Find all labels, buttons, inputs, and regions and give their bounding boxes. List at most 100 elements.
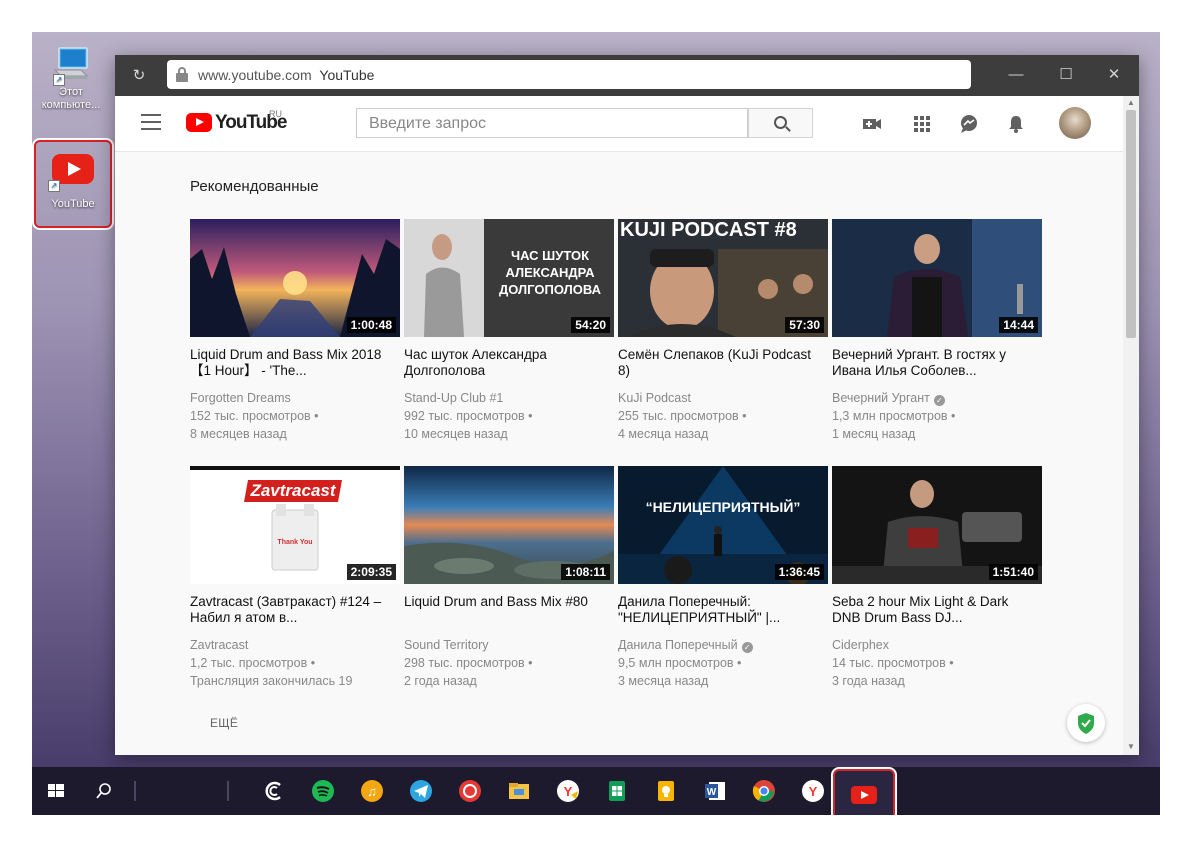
video-card[interactable]: 1:00:48 Liquid Drum and Bass Mix 2018 【1… — [190, 219, 400, 449]
video-thumbnail[interactable]: Zavtracast Thank You 2:09:35 — [190, 466, 400, 584]
video-duration: 1:08:11 — [561, 564, 610, 580]
video-title[interactable]: Seba 2 hour Mix Light & Dark DNB Drum Ba… — [832, 594, 1032, 626]
video-thumbnail[interactable]: 14:44 — [832, 219, 1042, 337]
yandex-browser-icon[interactable]: Y — [554, 777, 582, 805]
telegram-icon[interactable] — [407, 777, 435, 805]
music-player-icon[interactable]: ♫ — [358, 777, 386, 805]
file-explorer-icon[interactable] — [505, 777, 533, 805]
search-button[interactable] — [748, 108, 813, 138]
video-card[interactable]: ЧАС ШУТОК АЛЕКСАНДРА ДОЛГОПОЛОВА 54:20 Ч… — [404, 219, 614, 449]
video-card[interactable]: KUJI PODCAST #8 57:30 Семён Слепаков (Ku… — [618, 219, 828, 449]
channel-name-text: Вечерний Ургант — [832, 391, 930, 405]
page-scrollbar[interactable]: ▲ ▼ — [1123, 96, 1139, 755]
video-duration: 57:30 — [785, 317, 824, 333]
search-input[interactable] — [367, 110, 741, 138]
thumbnail-text: “НЕЛИЦЕПРИЯТНЫЙ” — [645, 499, 801, 515]
channel-name-text: Данила Поперечный — [618, 638, 738, 652]
svg-text:W: W — [707, 787, 717, 798]
video-duration: 1:51:40 — [988, 564, 1038, 580]
view-count: 1,2 тыс. просмотров • — [190, 656, 316, 670]
video-card[interactable]: 1:51:40 Seba 2 hour Mix Light & Dark DNB… — [832, 466, 1042, 696]
messages-icon[interactable] — [958, 113, 980, 135]
youtube-taskbar-button[interactable] — [833, 769, 895, 815]
channel-name[interactable]: KuJi Podcast — [618, 389, 747, 407]
desktop-icon-label: YouTube — [51, 198, 95, 210]
video-thumbnail[interactable]: “НЕЛИЦЕПРИЯТНЫЙ” 1:36:45 — [618, 466, 828, 584]
scroll-down-arrow-icon[interactable]: ▼ — [1127, 742, 1135, 751]
video-card[interactable]: 1:08:11 Liquid Drum and Bass Mix #80 Sou… — [404, 466, 614, 696]
video-title[interactable]: Zavtracast (Завтракаст) #124 – Набил я а… — [190, 594, 390, 626]
close-icon[interactable]: ✕ — [1102, 63, 1126, 87]
channel-name[interactable]: Forgotten Dreams — [190, 389, 319, 407]
view-count: 1,3 млн просмотров • — [832, 409, 956, 423]
view-count: 992 тыс. просмотров • — [404, 409, 533, 423]
google-sheets-icon[interactable] — [603, 777, 631, 805]
channel-name[interactable]: Zavtracast — [190, 636, 352, 654]
this-pc-shortcut[interactable]: ↗ Этот компьюте... — [36, 46, 106, 112]
upload-age: 2 года назад — [404, 674, 477, 688]
channel-name[interactable]: Данила Поперечный ✓ — [618, 636, 753, 654]
spotify-icon[interactable] — [309, 777, 337, 805]
channel-name[interactable]: Sound Territory — [404, 636, 533, 654]
video-duration: 2:09:35 — [346, 564, 396, 580]
video-thumbnail[interactable]: 1:00:48 — [190, 219, 400, 337]
upload-video-icon[interactable] — [861, 113, 883, 135]
thumbnail-text: Zavtracast — [250, 481, 336, 500]
youtube-desktop-shortcut[interactable]: ↗ YouTube — [34, 140, 112, 228]
chrome-icon[interactable] — [750, 777, 778, 805]
verified-check-icon: ✓ — [933, 395, 945, 406]
browser-window: ↻ www.youtube.com YouTube — ☐ ✕ YouTube … — [115, 55, 1139, 755]
notes-lightbulb-icon[interactable] — [652, 777, 680, 805]
url-title: YouTube — [319, 67, 375, 83]
video-thumbnail[interactable]: 1:51:40 — [832, 466, 1042, 584]
address-text: www.youtube.com YouTube — [198, 67, 374, 83]
video-thumbnail[interactable]: 1:08:11 — [404, 466, 614, 584]
red-circular-app-icon[interactable] — [456, 777, 484, 805]
search-icon[interactable] — [90, 777, 118, 805]
video-card[interactable]: Zavtracast Thank You 2:09:35 Zavtracast … — [190, 466, 400, 696]
view-count: 14 тыс. просмотров • — [832, 656, 954, 670]
video-thumbnail[interactable]: KUJI PODCAST #8 57:30 — [618, 219, 828, 337]
upload-age: 3 месяца назад — [618, 674, 709, 688]
youtube-icon — [851, 786, 877, 804]
video-title[interactable]: Вечерний Ургант. В гостях у Ивана Илья С… — [832, 347, 1032, 379]
cortana-icon[interactable] — [260, 777, 288, 805]
apps-grid-icon[interactable] — [911, 113, 933, 135]
scrollbar-thumb[interactable] — [1126, 110, 1136, 338]
upload-age: 8 месяцев назад — [190, 427, 287, 441]
show-more-button[interactable]: ЕЩЁ — [210, 716, 238, 730]
minimize-icon[interactable]: — — [1004, 63, 1028, 87]
scroll-up-arrow-icon[interactable]: ▲ — [1127, 98, 1135, 107]
shortcut-arrow-icon: ↗ — [53, 74, 65, 86]
word-icon[interactable]: W — [701, 777, 729, 805]
address-bar[interactable]: www.youtube.com YouTube — [167, 60, 971, 89]
video-title[interactable]: Liquid Drum and Bass Mix 2018 【1 Hour】 -… — [190, 347, 390, 379]
video-title[interactable]: Час шуток Александра Долгополова — [404, 347, 604, 379]
video-card[interactable]: “НЕЛИЦЕПРИЯТНЫЙ” 1:36:45 Данила Поперечн… — [618, 466, 828, 696]
channel-name[interactable]: Ciderphex — [832, 636, 954, 654]
video-duration: 1:36:45 — [774, 564, 824, 580]
svg-text:♫: ♫ — [367, 784, 377, 799]
notifications-bell-icon[interactable] — [1005, 113, 1027, 135]
upload-age: 4 месяца назад — [618, 427, 709, 441]
video-title[interactable]: Данила Поперечный: "НЕЛИЦЕПРИЯТНЫЙ" |... — [618, 594, 818, 626]
logo-region: RU — [269, 109, 282, 119]
video-title[interactable]: Семён Слепаков (KuJi Podcast 8) — [618, 347, 818, 379]
video-thumbnail[interactable]: ЧАС ШУТОК АЛЕКСАНДРА ДОЛГОПОЛОВА 54:20 — [404, 219, 614, 337]
thumbnail-text: ЧАС ШУТОК АЛЕКСАНДРА ДОЛГОПОЛОВА — [499, 248, 601, 297]
channel-name[interactable]: Stand-Up Club #1 — [404, 389, 533, 407]
yandex-browser-icon[interactable]: Y — [799, 777, 827, 805]
search-icon — [774, 116, 787, 129]
maximize-icon[interactable]: ☐ — [1054, 63, 1078, 87]
youtube-play-icon — [186, 113, 212, 132]
reload-icon[interactable]: ↻ — [129, 66, 149, 86]
section-title: Рекомендованные — [190, 178, 319, 195]
windows-start-icon[interactable] — [42, 777, 70, 805]
channel-name[interactable]: Вечерний Ургант ✓ — [832, 389, 955, 407]
user-avatar[interactable] — [1059, 107, 1091, 139]
video-card[interactable]: 14:44 Вечерний Ургант. В гостях у Ивана … — [832, 219, 1042, 449]
upload-age: 3 года назад — [832, 674, 905, 688]
protection-shield-button[interactable] — [1067, 704, 1105, 742]
video-title[interactable]: Liquid Drum and Bass Mix #80 — [404, 594, 604, 610]
menu-icon[interactable] — [141, 114, 161, 130]
